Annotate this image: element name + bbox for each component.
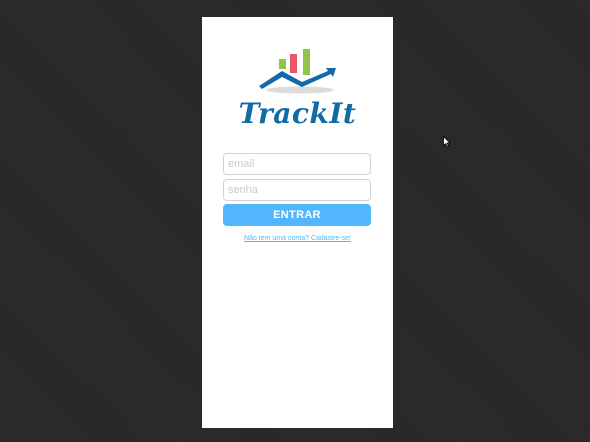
email-input[interactable] — [223, 153, 371, 175]
login-button[interactable]: ENTRAR — [223, 204, 371, 226]
mouse-cursor-icon — [443, 136, 451, 148]
signup-link[interactable]: Não tem uma conta? Cadastre-se! — [202, 235, 393, 242]
login-screen: TrackIt ENTRAR Não tem uma conta? Cadast… — [202, 17, 393, 428]
brand-name: TrackIt — [238, 97, 357, 130]
password-input[interactable] — [223, 179, 371, 201]
